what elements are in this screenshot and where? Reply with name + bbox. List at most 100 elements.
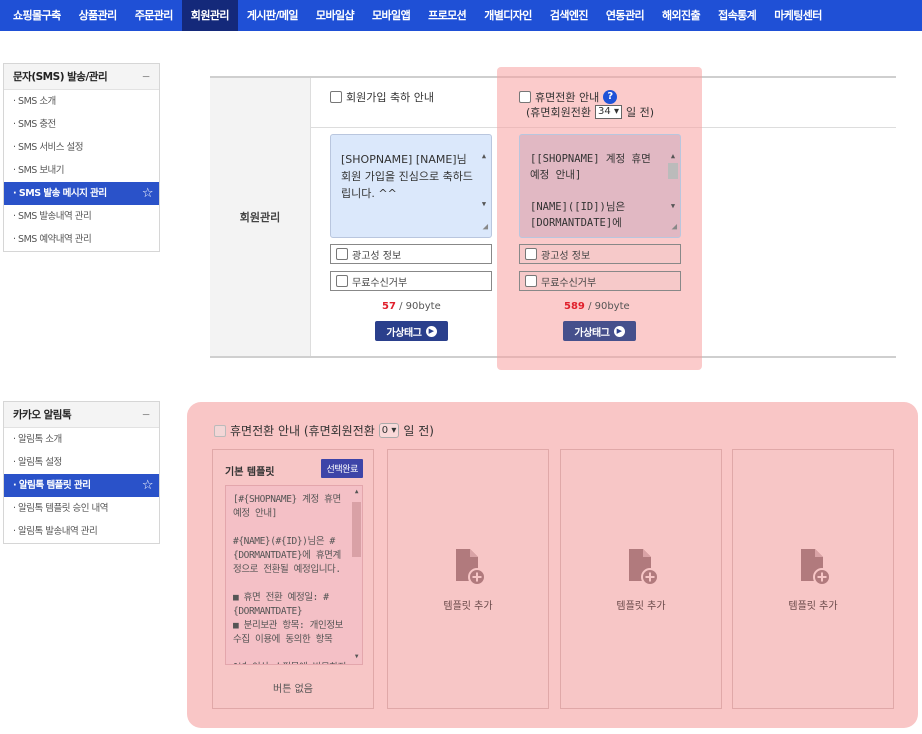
dormant-checkbox-row[interactable]: 휴면전환 안내 ?: [519, 89, 618, 105]
nav-item[interactable]: 개별디자인: [475, 0, 541, 31]
dormant-message-text: [[SHOPNAME] 계정 휴면 예정 안내] [NAME]([ID])님은 …: [530, 153, 651, 229]
add-template-card[interactable]: 템플릿 추가: [560, 449, 722, 709]
kakao-side-menu: 카카오 알림톡 − · 알림톡 소개 · 알림톡 설정 · 알림톡 템플릿 관리 ☆ ·…: [3, 401, 160, 544]
side-menu-item[interactable]: · 알림톡 설정: [4, 451, 159, 474]
nav-item[interactable]: 상품관리: [70, 0, 126, 31]
welcome-checkbox-row[interactable]: 회원가입 축하 안내: [330, 89, 434, 105]
unsubscribe-checkbox[interactable]: [525, 275, 537, 287]
unsubscribe-option[interactable]: 무료수신거부: [519, 271, 681, 291]
nav-item[interactable]: 주문관리: [126, 0, 182, 31]
scroll-thumb[interactable]: [668, 163, 678, 179]
nav-item[interactable]: 마케팅센터: [765, 0, 831, 31]
side-menu-item[interactable]: · SMS 발송내역 관리: [4, 205, 159, 228]
dormant-checkbox[interactable]: [519, 91, 531, 103]
nav-item[interactable]: 접속통계: [709, 0, 765, 31]
collapse-icon[interactable]: −: [142, 71, 151, 83]
arrow-right-circle-icon: ▶: [425, 325, 437, 337]
scrollbar[interactable]: ▲ ▼: [479, 151, 489, 221]
help-icon[interactable]: ?: [603, 90, 618, 104]
sms-menu-title: 문자(SMS) 발송/관리: [13, 71, 108, 83]
bytes-used: 589: [564, 301, 585, 312]
side-menu-item[interactable]: · SMS 예약내역 관리: [4, 228, 159, 251]
side-menu-item[interactable]: · 알림톡 템플릿 승인 내역: [4, 497, 159, 520]
side-menu-item-label: · SMS 소개: [13, 96, 56, 107]
unsubscribe-checkbox[interactable]: [336, 275, 348, 287]
side-menu-item[interactable]: · SMS 충전: [4, 113, 159, 136]
template-line: ■ 휴면 전환 예정일: #{DORMANTDATE}: [233, 592, 329, 617]
side-menu-item-label: · 알림톡 템플릿 승인 내역: [13, 503, 109, 514]
welcome-message-textarea[interactable]: [SHOPNAME] [NAME]님 회원 가입을 진심으로 축하드립니다. ^…: [330, 134, 492, 238]
unsubscribe-option[interactable]: 무료수신거부: [330, 271, 492, 291]
welcome-checkbox[interactable]: [330, 91, 342, 103]
kakao-title-suffix: 일 전): [403, 424, 434, 438]
dormant-message-textarea[interactable]: [[SHOPNAME] 계정 휴면 예정 안내] [NAME]([ID])님은 …: [519, 134, 681, 238]
template-line: #{NAME}(#{ID})님은 #{DORMANTDATE}에 휴면계정으로 …: [233, 536, 341, 575]
add-template-card[interactable]: 템플릿 추가: [732, 449, 894, 709]
template-name: 기본 템플릿: [225, 467, 275, 478]
nav-item[interactable]: 모바일앱: [363, 0, 419, 31]
unsubscribe-label: 무료수신거부: [352, 277, 408, 289]
row-label: 회원관리: [210, 78, 311, 356]
side-menu-item[interactable]: · 알림톡 템플릿 관리 ☆: [4, 474, 159, 497]
selected-badge[interactable]: 선택완료: [321, 459, 363, 478]
kakao-days-select[interactable]: 0 ▾: [378, 423, 400, 438]
sms-menu-header[interactable]: 문자(SMS) 발송/관리 −: [4, 64, 159, 90]
nav-item[interactable]: 쇼핑몰구축: [4, 0, 70, 31]
scroll-down-icon[interactable]: ▼: [479, 199, 489, 209]
ad-info-option[interactable]: 광고성 정보: [330, 244, 492, 264]
file-add-icon: [793, 547, 833, 587]
scroll-down-icon[interactable]: ▼: [352, 653, 361, 661]
nav-item[interactable]: 게시판/메일: [238, 0, 307, 31]
template-card-default[interactable]: 기본 템플릿 선택완료 [#{SHOPNAME} 계정 휴면 예정 안내] #{N…: [212, 449, 374, 709]
ad-info-checkbox[interactable]: [336, 248, 348, 260]
nav-item[interactable]: 연동관리: [597, 0, 653, 31]
unsubscribe-label: 무료수신거부: [541, 277, 597, 289]
side-menu-item[interactable]: · 알림톡 발송내역 관리: [4, 520, 159, 543]
add-template-card[interactable]: 템플릿 추가: [387, 449, 549, 709]
ad-info-label: 광고성 정보: [541, 250, 591, 262]
template-line: ■ 분리보관 항목: 개인정보 수집 이용에 동의한 항목: [233, 620, 349, 645]
resize-handle-icon[interactable]: ◢: [483, 219, 488, 235]
virtual-tag-button[interactable]: 가상태그 ▶: [375, 321, 448, 341]
chevron-down-icon: ▾: [391, 425, 397, 436]
side-menu-item-label: · SMS 서비스 설정: [13, 142, 84, 153]
bytes-limit: / 90byte: [588, 301, 630, 312]
dormant-days-row: (휴면회원전환 34 ▾ 일 전): [526, 104, 654, 120]
scroll-thumb[interactable]: [352, 502, 361, 557]
side-menu-item[interactable]: · SMS 서비스 설정: [4, 136, 159, 159]
bytes-used: 57: [382, 301, 396, 312]
collapse-icon[interactable]: −: [142, 409, 151, 421]
kakao-dormant-checkbox[interactable]: [214, 424, 226, 437]
side-menu-item[interactable]: · SMS 보내기: [4, 159, 159, 182]
scrollbar[interactable]: ▲ ▼: [352, 488, 361, 662]
add-template-label: 템플릿 추가: [788, 600, 838, 612]
scroll-up-icon[interactable]: ▲: [479, 151, 489, 161]
file-add-icon: [621, 547, 661, 587]
top-navigation: 쇼핑몰구축 상품관리 주문관리 회원관리 게시판/메일 모바일샵 모바일앱 프로모션 개별디자인…: [0, 0, 922, 31]
side-menu-item[interactable]: · SMS 소개: [4, 90, 159, 113]
nav-item[interactable]: 회원관리: [181, 0, 238, 31]
button-info: 버튼 없음: [273, 684, 313, 695]
resize-handle-icon[interactable]: ◢: [672, 219, 677, 235]
star-icon[interactable]: ☆: [142, 182, 154, 205]
side-menu-item-label: · 알림톡 발송내역 관리: [13, 526, 98, 537]
star-icon[interactable]: ☆: [142, 474, 154, 497]
nav-item[interactable]: 해외진출: [653, 0, 709, 31]
virtual-tag-button[interactable]: 가상태그 ▶: [563, 321, 636, 341]
kakao-menu-header[interactable]: 카카오 알림톡 −: [4, 402, 159, 428]
nav-item[interactable]: 검색엔진: [541, 0, 597, 31]
nav-item[interactable]: 프로모션: [419, 0, 475, 31]
side-menu-item[interactable]: · 알림톡 소개: [4, 428, 159, 451]
scroll-up-icon[interactable]: ▲: [352, 488, 361, 496]
dormant-days-suffix: 일 전): [625, 106, 654, 119]
ad-info-option[interactable]: 광고성 정보: [519, 244, 681, 264]
scrollbar[interactable]: ▲ ▼: [668, 151, 678, 221]
ad-info-checkbox[interactable]: [525, 248, 537, 260]
scroll-up-icon[interactable]: ▲: [668, 151, 678, 161]
scroll-down-icon[interactable]: ▼: [668, 201, 678, 211]
template-line: [#{SHOPNAME} 계정 휴면 예정 안내]: [233, 494, 347, 519]
nav-item[interactable]: 모바일샵: [307, 0, 363, 31]
dormant-days-select[interactable]: 34 ▾: [595, 105, 622, 119]
kakao-dormant-title[interactable]: 휴면전환 안내 (휴면회원전환 0 ▾ 일 전): [214, 422, 434, 439]
side-menu-item[interactable]: · SMS 발송 메시지 관리 ☆: [4, 182, 159, 205]
